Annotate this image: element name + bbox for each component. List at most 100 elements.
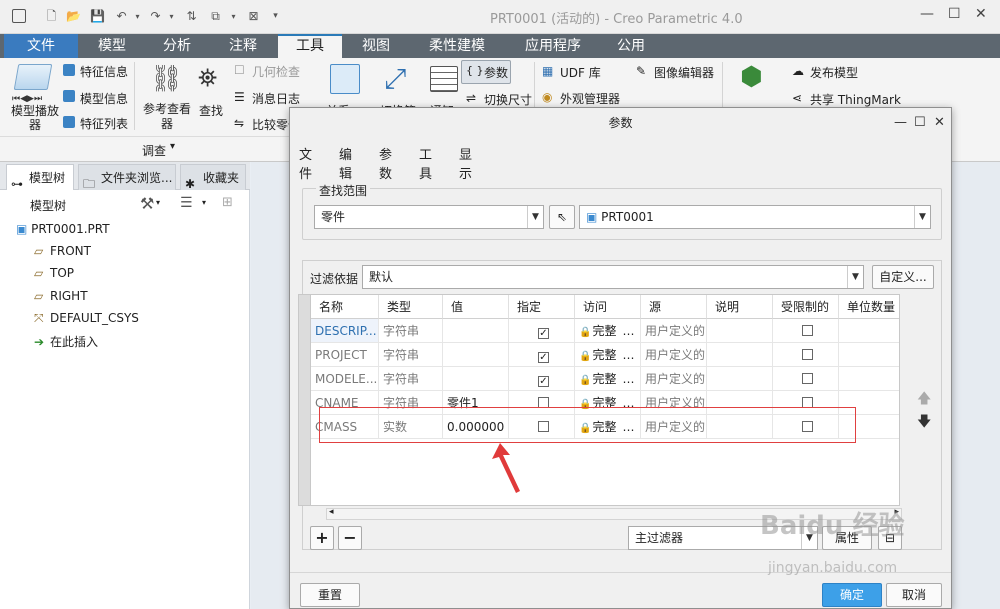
menu-file[interactable]: 文件 [299,144,312,182]
cell-type[interactable]: 字符串 [379,367,443,391]
model-player-icon[interactable] [13,64,53,90]
cell-description[interactable] [707,319,773,343]
table-row[interactable]: MODELE... 字符串 ✓ 🔒完整 … 用户定义的 [311,367,899,391]
more-icon[interactable]: … [622,348,634,362]
tab-favorites[interactable]: ✱ 收藏夹 [180,164,246,191]
minimize-icon[interactable]: — [920,6,934,22]
cell-value[interactable] [443,367,509,391]
dialog-maximize-icon[interactable]: ☐ [914,115,926,130]
customize-toolbar-icon[interactable]: ▾ [268,9,283,24]
tree-item-right[interactable]: ▱ RIGHT [34,289,88,303]
reference-viewer-label[interactable]: 参考查看器 [142,102,192,132]
udf-library-icon[interactable]: ▦ [542,64,553,78]
appearance-manager-icon[interactable]: ◉ [542,90,552,104]
customize-button[interactable]: 自定义... [872,265,934,289]
open-folder-icon[interactable]: 📂 [66,9,81,24]
thingmark-cube-icon[interactable]: ⬢ [740,62,763,92]
tab-model[interactable]: 模型 [82,34,142,58]
tree-item-top[interactable]: ▱ TOP [34,266,74,280]
message-log-icon[interactable]: ☰ [234,90,245,104]
share-icon[interactable]: ⋖ [792,91,802,105]
image-editor-label[interactable]: 图像编辑器 [654,64,714,81]
switch-dims-icon[interactable]: ⇌ [466,91,476,105]
share-thingmark-label[interactable]: 共享 ThingMark [810,91,901,108]
tab-tools[interactable]: 工具 [278,34,342,58]
group-investigate-arrow-icon[interactable]: ▾ [170,141,175,152]
move-down-icon[interactable]: 🡇 [917,411,931,435]
reference-viewer-icon[interactable]: ⛓ [150,64,183,94]
more-icon[interactable]: … [622,372,634,386]
cell-unit-quantity[interactable] [839,343,899,367]
cell-name[interactable]: MODELE... [311,367,379,391]
restricted-checkbox[interactable] [802,349,813,360]
column-header-value[interactable]: 值 [443,295,509,319]
column-header-restricted[interactable]: 受限制的 [773,295,839,319]
cell-restricted[interactable] [773,367,839,391]
more-icon[interactable]: … [622,324,634,338]
cell-type[interactable]: 字符串 [379,319,443,343]
geometry-check-label[interactable]: 几何检查 [252,63,300,80]
close-window-icon[interactable]: ⊠ [246,9,261,24]
show-list-icon[interactable]: ☰ [180,195,193,211]
tab-view[interactable]: 视图 [346,34,406,58]
compare-parts-icon[interactable]: ⇋ [234,116,244,130]
tab-applications[interactable]: 应用程序 [508,34,598,58]
model-info-label[interactable]: 模型信息 [80,90,128,107]
close-icon[interactable]: ✕ [975,6,987,22]
image-editor-icon[interactable]: ✎ [636,64,646,78]
designated-checkbox[interactable]: ✓ [538,376,549,387]
find-label[interactable]: 查找 [199,102,223,119]
cell-restricted[interactable] [773,319,839,343]
restricted-checkbox[interactable] [802,325,813,336]
relations-icon[interactable] [330,64,360,94]
appearance-manager-label[interactable]: 外观管理器 [560,90,620,107]
model-player-label[interactable]: 模型播放器 [10,104,60,132]
cell-type[interactable]: 字符串 [379,343,443,367]
designated-checkbox[interactable]: ✓ [538,352,549,363]
undo-dropdown-icon[interactable]: ▾ [130,9,145,24]
tree-item-insert-here[interactable]: ➔ 在此插入 [34,333,98,350]
tab-folder-browser[interactable]: 🗀 文件夹浏览... [78,164,176,191]
filter-select[interactable]: 默认 ▼ [362,265,864,289]
cell-description[interactable] [707,367,773,391]
params-label[interactable]: 参数 [484,64,508,81]
add-parameter-button[interactable]: + [310,526,334,550]
dialog-close-icon[interactable]: ✕ [934,115,945,130]
feature-info-label[interactable]: 特征信息 [80,63,128,80]
tab-flexible-modeling[interactable]: 柔性建模 [410,34,504,58]
geometry-check-icon[interactable]: ☐ [234,63,245,77]
dialog-minimize-icon[interactable]: — [894,115,907,130]
tab-model-tree[interactable]: ⊶ 模型树 [6,164,74,191]
select-pointer-button[interactable]: ⇖ [549,205,575,229]
tree-item-front[interactable]: ▱ FRONT [34,244,91,258]
model-info-icon[interactable] [63,90,75,102]
restricted-checkbox[interactable] [802,373,813,384]
find-binoculars-icon[interactable]: ⛯ [198,64,217,92]
tab-file[interactable]: 文件 [4,34,78,58]
regenerate-icon[interactable]: ⇅ [184,9,199,24]
filter-icon[interactable]: ⊞ [222,195,233,210]
cell-access[interactable]: 🔒完整… [575,367,641,391]
cell-unit-quantity[interactable] [839,319,899,343]
windows-icon[interactable]: ⧉ [208,9,223,24]
message-log-label[interactable]: 消息日志 [252,90,300,107]
remove-parameter-button[interactable]: − [338,526,362,550]
column-header-access[interactable]: 访问 [575,295,641,319]
switch-dims-label[interactable]: 切换尺寸 [484,91,532,108]
cell-source[interactable]: 用户定义的 [641,319,707,343]
cell-description[interactable] [707,343,773,367]
udf-library-label[interactable]: UDF 库 [560,64,601,81]
cell-access[interactable]: 🔒完整… [575,319,641,343]
tab-utilities[interactable]: 公用 [602,34,660,58]
menu-tools[interactable]: 工具 [419,144,432,182]
group-investigate-label[interactable]: 调查 [142,142,166,159]
column-header-type[interactable]: 类型 [379,295,443,319]
cell-designated[interactable]: ✓ [509,343,575,367]
app-icon[interactable] [12,9,26,23]
feature-list-label[interactable]: 特征列表 [80,115,128,132]
cell-designated[interactable]: ✓ [509,367,575,391]
tree-item-default-csys[interactable]: ⤧ DEFAULT_CSYS [34,311,139,326]
scope-type-select[interactable]: 零件 ▼ [314,205,544,229]
cell-source[interactable]: 用户定义的 [641,367,707,391]
move-up-icon[interactable]: 🡅 [917,388,931,412]
